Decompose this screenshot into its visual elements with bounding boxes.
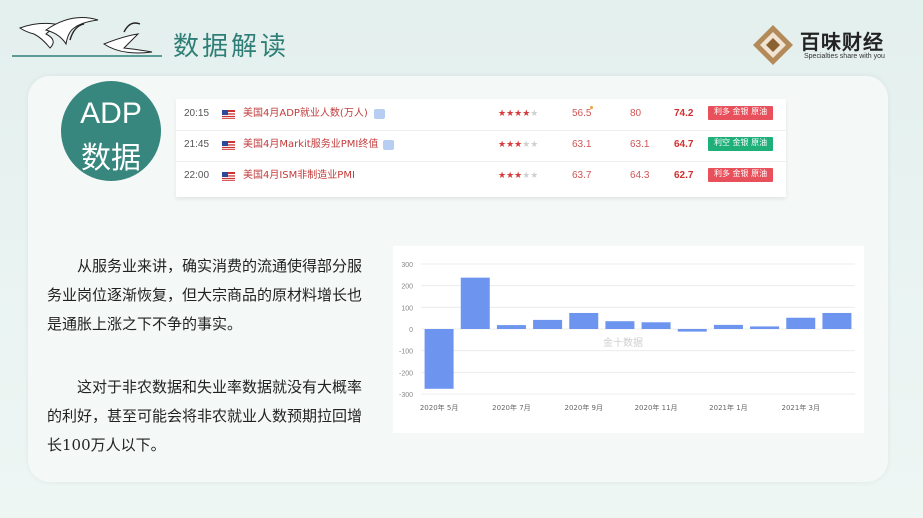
us-flag-icon: [222, 172, 235, 181]
y-tick-label: -300: [399, 392, 413, 399]
calendar-row[interactable]: 21:45 美国4月Markit服务业PMI终值 ★★★★★ 63.1 63.1…: [176, 130, 786, 162]
chart-tag-icon[interactable]: [383, 140, 394, 150]
forecast-value: 80: [630, 108, 642, 119]
adp-bar-chart: 300 200 100 0 -100 -200 -300 2020年 5月 2020年 7月 20…: [393, 246, 864, 433]
release-time: 22:00: [184, 170, 210, 181]
impact-badge: 利多 金银 原油: [708, 106, 774, 120]
us-flag-icon: [222, 141, 235, 150]
cranes-illustration: [12, 17, 162, 57]
indicator-name[interactable]: 美国4月ADP就业人数(万人): [243, 108, 368, 120]
bar-2020年9月[interactable]: [569, 312, 599, 329]
paragraph-text: 从服务业来讲，确实消费的流通使得部分服务业岗位逐渐恢复，但大宗商品的原材料增长也…: [47, 257, 363, 333]
previous-value: 63.1: [572, 139, 592, 150]
previous-value: 63.7: [572, 170, 592, 181]
actual-value: 62.7: [674, 170, 694, 181]
bar-2020年8月[interactable]: [533, 319, 563, 329]
bar-2021年1月[interactable]: [713, 324, 743, 329]
calendar-row[interactable]: 20:15 美国4月ADP就业人数(万人) ★★★★★ 56.5 80 74.2…: [176, 99, 786, 131]
badge-line1: ADP: [80, 97, 142, 130]
bar-2020年10月[interactable]: [605, 321, 635, 329]
bar-2020年11月[interactable]: [641, 322, 671, 329]
calendar-row[interactable]: 22:00 美国4月ISM非制造业PMI ★★★★★ 63.7 64.3 62.…: [176, 161, 786, 192]
y-tick-label: 200: [401, 284, 413, 291]
release-time: 21:45: [184, 139, 210, 150]
economic-calendar: 20:15 美国4月ADP就业人数(万人) ★★★★★ 56.5 80 74.2…: [176, 99, 786, 197]
importance-stars: ★★★★★: [498, 109, 539, 119]
x-tick-label: 2020年 5月: [420, 403, 459, 412]
header: 数据解读 百味财经 Specialties share with you: [0, 0, 923, 75]
logo-slogan: Specialties share with you: [804, 53, 885, 60]
importance-stars: ★★★★★: [498, 140, 539, 150]
y-tick-label: -200: [399, 370, 413, 377]
impact-badge: 利空 金银 原油: [708, 137, 774, 151]
bar-2021年4月[interactable]: [822, 312, 852, 329]
bar-2020年6月[interactable]: [460, 277, 490, 329]
release-time: 20:15: [184, 108, 210, 119]
x-tick-label: 2020年 7月: [492, 403, 531, 412]
previous-value: 56.5: [572, 108, 592, 119]
us-flag-icon: [222, 110, 235, 119]
actual-value: 64.7: [674, 139, 694, 150]
forecast-value: 64.3: [630, 170, 650, 181]
indicator-name[interactable]: 美国4月Markit服务业PMI终值: [243, 139, 378, 151]
actual-value: 74.2: [674, 108, 694, 119]
bar-2020年12月[interactable]: [677, 329, 707, 332]
chart-watermark: 金十数据: [603, 338, 643, 349]
bar-2021年3月[interactable]: [786, 317, 816, 329]
adp-badge: ADP 数据: [61, 81, 161, 181]
revision-dot-icon: [590, 106, 593, 109]
body-paragraph-2: 这对于非农数据和失业率数据就没有大概率的利好，甚至可能会将非农就业人数预期拉回增…: [47, 373, 367, 460]
importance-stars: ★★★★★: [498, 171, 539, 181]
x-tick-label: 2021年 3月: [782, 403, 821, 412]
logo-name: 百味财经: [800, 30, 884, 54]
x-tick-label: 2020年 11月: [635, 403, 678, 412]
forecast-value: 63.1: [630, 139, 650, 150]
x-tick-label: 2021年 1月: [709, 403, 748, 412]
impact-badge: 利多 金银 原油: [708, 168, 774, 182]
bar-2020年7月[interactable]: [496, 325, 526, 329]
y-tick-label: 300: [401, 262, 413, 269]
y-tick-label: -100: [399, 349, 413, 356]
badge-line2: 数据: [81, 141, 141, 176]
indicator-name[interactable]: 美国4月ISM非制造业PMI: [243, 170, 355, 182]
x-tick-label: 2020年 9月: [565, 403, 604, 412]
body-paragraph-1: 从服务业来讲，确实消费的流通使得部分服务业岗位逐渐恢复，但大宗商品的原材料增长也…: [47, 252, 367, 339]
chart-tag-icon[interactable]: [374, 109, 385, 119]
bar-2021年2月[interactable]: [750, 326, 780, 329]
page-title: 数据解读: [173, 32, 290, 62]
logo-mark-icon: [753, 25, 793, 65]
brand-logo: 百味财经 Specialties share with you: [752, 24, 912, 66]
y-tick-label: 100: [401, 305, 413, 312]
bar-2020年5月[interactable]: [424, 329, 454, 389]
paragraph-text: 这对于非农数据和失业率数据就没有大概率的利好，甚至可能会将非农就业人数预期拉回增…: [47, 378, 363, 454]
y-tick-label: 0: [409, 327, 413, 334]
